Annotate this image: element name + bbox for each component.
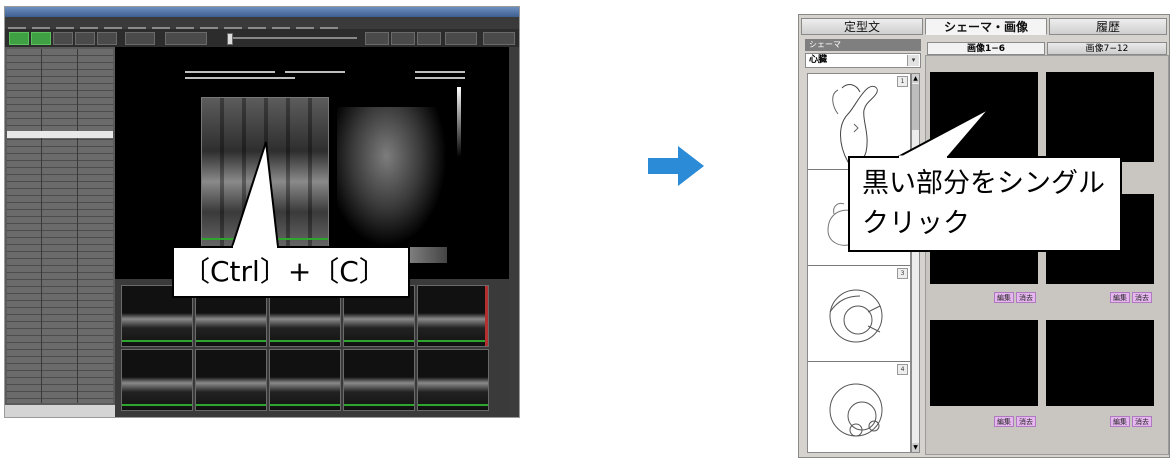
thumbnail-strip	[115, 279, 519, 417]
delete-button[interactable]: 消去	[1132, 416, 1152, 427]
image-slot-2[interactable]	[1046, 72, 1154, 162]
short-axis-schema-icon	[829, 383, 883, 437]
image-slot-3-actions: 編集 消去	[930, 292, 1038, 303]
toolbar-button[interactable]	[483, 32, 515, 45]
thumbnail[interactable]	[343, 349, 415, 411]
schema-section-label: シェーマ	[805, 39, 921, 51]
thumbnail[interactable]	[121, 349, 193, 411]
delete-button[interactable]: 消去	[1016, 292, 1036, 303]
image-slot-4-actions: 編集 消去	[1046, 292, 1154, 303]
frame-slider[interactable]	[227, 37, 357, 39]
thumbnail[interactable]	[195, 349, 267, 411]
toolbar-button[interactable]	[417, 32, 441, 45]
copy-shortcut-callout: 〔Ctrl〕+〔C〕	[172, 246, 410, 298]
image-slot-5[interactable]	[930, 320, 1038, 406]
schema-list-scrollbar[interactable]: ▲ ▼	[911, 73, 920, 453]
image-slot-6-actions: 編集 消去	[1046, 416, 1154, 427]
image-slot-5-actions: 編集 消去	[930, 416, 1038, 427]
toolbar-button[interactable]	[445, 32, 477, 45]
patient-info-text	[415, 77, 465, 79]
tab-images-1-6[interactable]: 画像1−6	[927, 42, 1045, 55]
menu-bar	[5, 17, 519, 32]
schema-number: 4	[897, 364, 908, 375]
single-click-callout: 黒い部分をシングルクリック	[848, 156, 1122, 252]
grayscale-bar	[457, 87, 461, 157]
patient-info-text	[185, 71, 275, 73]
window-titlebar	[5, 7, 519, 17]
scroll-thumb[interactable]	[912, 84, 919, 130]
thumbnail[interactable]	[417, 349, 489, 411]
scroll-down-icon[interactable]: ▼	[912, 443, 919, 452]
delete-button[interactable]: 消去	[1016, 416, 1036, 427]
toolbar-button[interactable]	[391, 32, 415, 45]
thumbnail[interactable]	[417, 285, 489, 347]
viewer-toolbar	[5, 29, 519, 47]
patient-info-text	[415, 71, 465, 73]
image-slot-6[interactable]	[1046, 320, 1154, 406]
schema-item[interactable]: 3	[808, 266, 910, 362]
study-list-panel	[5, 47, 115, 417]
schema-list: 1 2 3 4	[807, 73, 911, 453]
viewer-right-strip	[509, 47, 519, 417]
main-image-view[interactable]	[115, 47, 519, 279]
right-arrow-icon	[648, 146, 704, 186]
tab-schema-image[interactable]: シェーマ・画像	[925, 18, 1047, 35]
organ-select[interactable]: 心臓 ▾	[805, 53, 921, 68]
frame-slider-thumb[interactable]	[227, 33, 233, 45]
organ-select-value: 心臓	[809, 55, 828, 65]
edit-button[interactable]: 編集	[994, 416, 1014, 427]
toolbar-button[interactable]	[97, 32, 117, 45]
tab-images-7-12[interactable]: 画像7−12	[1047, 42, 1167, 55]
schema-number: 1	[897, 76, 908, 87]
m-mode-image[interactable]	[201, 97, 329, 251]
edit-button[interactable]: 編集	[1110, 292, 1130, 303]
schema-item[interactable]: 4	[808, 362, 910, 452]
delete-button[interactable]: 消去	[1132, 292, 1152, 303]
toolbar-button-active[interactable]	[9, 32, 29, 45]
toolbar-button[interactable]	[365, 32, 389, 45]
toolbar-button[interactable]	[53, 32, 73, 45]
scroll-up-icon[interactable]: ▲	[912, 74, 919, 83]
schema-number: 3	[897, 268, 908, 279]
chevron-down-icon[interactable]: ▾	[907, 55, 919, 66]
heart-schema-icon	[832, 84, 878, 164]
short-axis-schema-icon	[829, 289, 883, 343]
image-slot-1[interactable]	[930, 72, 1038, 162]
toolbar-button[interactable]	[75, 32, 95, 45]
toolbar-button[interactable]	[165, 32, 207, 45]
status-bar	[5, 405, 115, 417]
thumbnail[interactable]	[269, 349, 341, 411]
image-slots-area: 編集 消去 編集 消去 編集 消去 編集 消去	[925, 55, 1169, 455]
toolbar-button[interactable]	[125, 32, 155, 45]
toolbar-button-active[interactable]	[31, 32, 51, 45]
selected-study-row[interactable]	[7, 131, 113, 138]
edit-button[interactable]: 編集	[994, 292, 1014, 303]
patient-info-text	[185, 77, 295, 79]
edit-button[interactable]: 編集	[1110, 416, 1130, 427]
tab-template-text[interactable]: 定型文	[801, 18, 923, 35]
b-mode-image[interactable]	[337, 107, 447, 247]
tab-history[interactable]: 履歴	[1049, 18, 1167, 35]
ultrasound-viewer-screenshot	[4, 6, 520, 418]
study-list-table[interactable]	[7, 49, 113, 403]
patient-info-text	[285, 71, 345, 73]
